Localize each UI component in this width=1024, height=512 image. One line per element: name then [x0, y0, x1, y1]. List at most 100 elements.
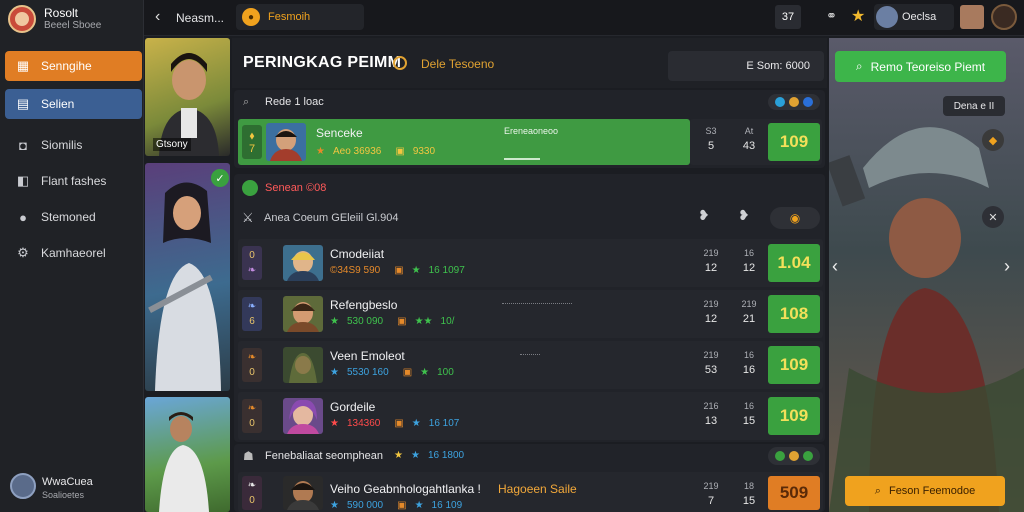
sidebar-item-0[interactable]: ▦ Senngihe: [5, 51, 142, 81]
hero-figure: [148, 182, 221, 391]
headset-icon: ◘: [19, 137, 27, 153]
player-stats: ★ 590 000 ▣ ★ 16 109: [330, 500, 462, 511]
stat-b: 16 1097: [428, 265, 465, 276]
tab-active[interactable]: ● Fesmoih: [236, 4, 364, 30]
star-icon: ★★: [414, 316, 433, 327]
page-title: PERINGKAG PEIMM: [243, 54, 402, 71]
toggle-group[interactable]: [768, 94, 820, 110]
bottom-action-button[interactable]: ⌕ Feson Feemodoe: [845, 476, 1005, 506]
wing-icon[interactable]: ❥: [698, 207, 710, 224]
col1-small: 219: [703, 248, 719, 258]
star-icon: ★: [414, 500, 424, 511]
gear-icon: ⚙: [17, 245, 29, 260]
col2-value: 16: [742, 364, 756, 376]
back-chevron-icon[interactable]: ‹: [155, 8, 160, 26]
footer-avatar[interactable]: [10, 473, 36, 499]
score-badge: 108: [768, 295, 820, 333]
col1-value: 7: [707, 495, 715, 507]
user-icon: ●: [19, 209, 27, 225]
sidebar-item-2[interactable]: ◘ Siomilis: [5, 130, 142, 160]
sidebar-item-label: Senngihe: [41, 59, 92, 73]
player-avatar: [283, 347, 323, 383]
sidebar-item-label: Siomilis: [41, 138, 83, 152]
col2-small: 219: [741, 299, 757, 309]
chest-icon: ▣: [397, 316, 407, 327]
player-avatar: [283, 245, 323, 281]
gem-icon[interactable]: ◆: [982, 129, 1004, 151]
table-row[interactable]: [238, 341, 823, 389]
player-stats: ★ Aeo 36936 ▣ 9330: [316, 146, 435, 157]
toggle-group[interactable]: [768, 447, 820, 465]
back-label[interactable]: Neasm...: [176, 11, 224, 25]
rank-number: 6: [249, 316, 255, 327]
filter-icon[interactable]: [393, 56, 407, 70]
profile-avatar[interactable]: [8, 5, 36, 33]
highlighted-player-row[interactable]: ⬧ 7 Senceke ★ Aeo 36936 ▣ 9330 Ereneaone…: [238, 119, 690, 165]
hero-figure: [159, 412, 209, 512]
hero-portrait-2[interactable]: ✓: [145, 163, 230, 391]
player-highlight: Hagoeen Saile: [498, 482, 577, 496]
secondary-button[interactable]: Dena e II: [943, 96, 1005, 116]
stat-a: 5530 160: [346, 367, 389, 378]
table-row[interactable]: [238, 239, 823, 287]
tab-label: Fesmoih: [268, 11, 311, 23]
section3-stat: ★ ★ 16 1800: [394, 450, 464, 461]
col2-value: 21: [742, 313, 756, 325]
grid-icon: ▦: [16, 58, 30, 73]
stat-b: 9330: [412, 146, 436, 157]
reward-toggle[interactable]: ◉: [770, 207, 820, 229]
notification-count[interactable]: 37: [775, 5, 801, 29]
rank-badge: ❧ 6: [242, 297, 262, 331]
list-icon: ▤: [16, 96, 30, 111]
rank-badge: ❧ 0: [242, 476, 262, 510]
link-icon[interactable]: ⚭: [826, 8, 837, 24]
star-icon: ★: [330, 316, 339, 327]
user-chip[interactable]: Oeclsa: [874, 4, 954, 30]
sidebar-item-label: Stemoned: [41, 210, 96, 224]
rank-number: 0: [249, 418, 255, 429]
col2-value: 12: [742, 262, 756, 274]
swords-icon[interactable]: ✕: [982, 206, 1004, 228]
status-dot-icon: [803, 451, 813, 461]
chest-icon: ▣: [402, 367, 413, 378]
season-chip[interactable]: E Som: 6000: [668, 51, 824, 81]
friend-avatar[interactable]: [960, 5, 984, 29]
header-subtitle[interactable]: Dele Tesoeno: [421, 57, 494, 71]
wing-icon: ❧: [247, 480, 257, 491]
primary-action-button[interactable]: ⌕ Remo Teoreiso Piemt: [835, 51, 1006, 82]
table-row[interactable]: [238, 392, 823, 440]
sidebar-item-1[interactable]: ▤ Selien: [5, 89, 142, 119]
star-icon: ★: [330, 367, 339, 378]
wing-icon: ❧: [247, 403, 257, 414]
hero-portrait-3[interactable]: [145, 397, 230, 512]
star-icon: ★: [420, 367, 430, 378]
col2-value: 15: [742, 415, 756, 427]
chest-icon: ▣: [395, 146, 405, 157]
star-icon: ★: [394, 450, 403, 461]
account-avatar[interactable]: [991, 4, 1017, 30]
divider: [520, 354, 540, 355]
star-icon: ★: [316, 146, 325, 157]
stat-a: ©34S9 590: [330, 265, 381, 276]
sidebar-item-3[interactable]: ◧ Flant fashes: [5, 166, 142, 196]
player-stats: ★ 134360 ▣ ★ 16 107: [330, 418, 459, 429]
star-icon[interactable]: ★: [851, 6, 865, 26]
stat-value: 16 1800: [427, 450, 465, 461]
group-icon: [242, 180, 258, 196]
mid-label: Ereneaoneoo: [504, 126, 559, 136]
score-badge: 109: [768, 346, 820, 384]
col2-value: 15: [742, 495, 756, 507]
sidebar-item-5[interactable]: ⚙ Kamhaeorel: [5, 238, 142, 268]
score-badge: 109: [768, 397, 820, 435]
hero-portrait-1[interactable]: Gtsony: [145, 38, 230, 156]
carousel-next-icon[interactable]: ›: [1004, 256, 1010, 277]
table-row[interactable]: [238, 290, 823, 338]
sidebar-item-4[interactable]: ● Stemoned: [5, 202, 142, 232]
player-avatar: [266, 123, 306, 161]
box-icon: ◧: [16, 173, 30, 188]
col1-small: 219: [703, 350, 719, 360]
rank-badge: 0 ❧: [242, 246, 262, 280]
carousel-prev-icon[interactable]: ‹: [832, 256, 838, 277]
wing-icon[interactable]: ❥: [738, 207, 750, 224]
sidebar-item-label: Selien: [41, 97, 75, 111]
